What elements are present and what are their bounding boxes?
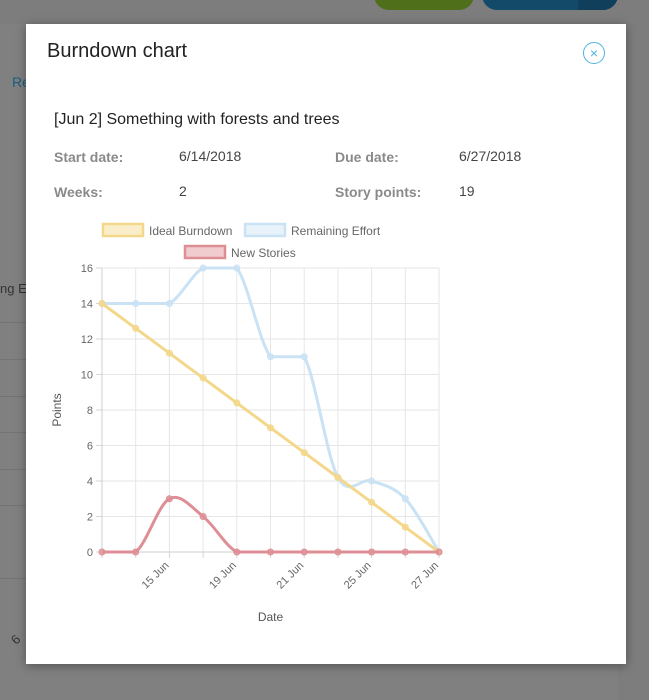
y-tick-label: 2	[87, 512, 93, 524]
series-new-stories-point	[98, 548, 106, 556]
series-new-stories-point	[233, 548, 241, 556]
series-ideal-burndown-point	[98, 300, 106, 307]
y-tick-label: 16	[81, 263, 93, 275]
series-new-stories-point	[368, 548, 376, 556]
legend-label-series-new-stories: New Stories	[231, 246, 296, 260]
series-new-stories-point	[165, 495, 173, 503]
x-tick-label: 19 Jun	[207, 560, 239, 592]
series-new-stories-point	[435, 548, 443, 556]
x-tick-label: 27 Jun	[409, 560, 441, 592]
y-tick-label: 8	[87, 405, 93, 417]
legend-swatch-series-ideal-burndown	[101, 222, 145, 238]
series-ideal-burndown-point	[165, 349, 173, 357]
series-new-stories-point	[300, 548, 308, 556]
series-ideal-burndown-point	[368, 498, 376, 506]
background-blue-button	[482, 0, 618, 10]
series-ideal-burndown-point	[401, 523, 409, 531]
series-remaining-effort-point	[401, 495, 409, 503]
series-remaining-effort-point	[199, 264, 207, 272]
y-axis-title: Points	[50, 393, 64, 426]
chart-legend: Ideal Burndown Remaining Effort New Storie…	[101, 222, 381, 260]
series-new-stories-point	[132, 548, 140, 556]
background-green-button	[374, 0, 474, 10]
legend-label-series-ideal-burndown: Ideal Burndown	[149, 224, 232, 238]
legend-label-series-remaining-effort: Remaining Effort	[291, 224, 381, 238]
y-tick-label: 0	[87, 547, 93, 559]
series-ideal-burndown-point	[267, 424, 274, 432]
series-new-stories-point	[401, 548, 409, 556]
series-new-stories-point	[199, 513, 207, 520]
series-new-stories-point	[334, 548, 342, 556]
burndown-chart: 0 2 4 6 8 10 12 14 16 15 Jun 19 Jun 21 Jun 25 Jun 27 …	[50, 222, 443, 624]
series-remaining-effort-point	[300, 353, 308, 361]
series-ideal-burndown-point	[199, 374, 207, 382]
x-tick-label: 21 Jun	[274, 560, 306, 592]
y-tick-label: 14	[81, 299, 93, 311]
series-ideal-burndown-point	[300, 449, 308, 457]
y-tick-label: 6	[87, 441, 93, 453]
x-tick-label: 25 Jun	[342, 560, 374, 592]
y-tick-label: 12	[81, 334, 93, 346]
y-tick-label: 4	[87, 476, 93, 488]
series-remaining-effort-point	[368, 477, 376, 485]
legend-swatch-series-remaining-effort	[243, 222, 287, 238]
burndown-modal: Burndown chart × [Jun 2] Something with …	[26, 24, 626, 664]
series-remaining-effort-point	[267, 353, 274, 361]
series-remaining-effort-point	[233, 264, 241, 272]
chart-axes: 0 2 4 6 8 10 12 14 16 15 Jun 19 Jun 21 Jun 25 Jun 27 …	[81, 263, 441, 591]
series-remaining-effort-point	[165, 300, 173, 307]
series-ideal-burndown-point	[334, 473, 342, 481]
chart-grid	[101, 267, 440, 553]
series-ideal-burndown-point	[132, 324, 140, 332]
x-axis-title: Date	[258, 610, 284, 624]
x-tick-label: 15 Jun	[140, 560, 172, 592]
series-new-stories-point	[267, 548, 274, 556]
legend-swatch-series-new-stories	[183, 244, 227, 260]
series-remaining-effort-point	[132, 300, 140, 307]
y-tick-label: 10	[81, 370, 93, 382]
series-ideal-burndown-point	[233, 399, 241, 407]
